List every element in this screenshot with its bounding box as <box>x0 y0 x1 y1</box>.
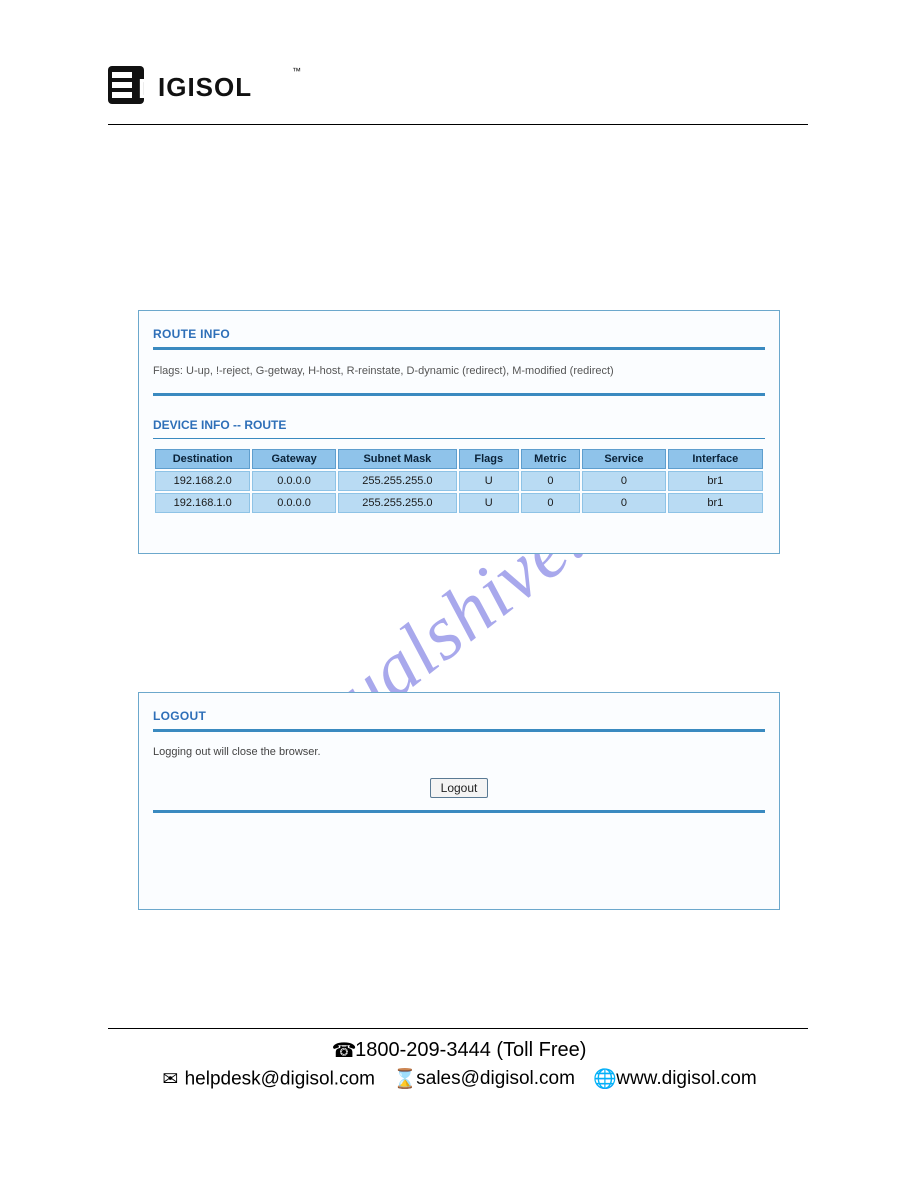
cell-destination: 192.168.1.0 <box>155 493 250 513</box>
cell-metric: 0 <box>521 493 581 513</box>
footer-phone: 1800-209-3444 (Toll Free) <box>355 1039 586 1061</box>
device-info-route-title: DEVICE INFO -- ROUTE <box>153 418 765 432</box>
logout-title: LOGOUT <box>153 709 765 723</box>
table-header-row: Destination Gateway Subnet Mask Flags Me… <box>155 449 763 469</box>
col-destination: Destination <box>155 449 250 469</box>
cell-flags: U <box>459 471 519 491</box>
divider <box>153 393 765 396</box>
cell-subnet-mask: 255.255.255.0 <box>338 493 457 513</box>
flags-legend: Flags: U-up, !-reject, G-getway, H-host,… <box>153 364 765 379</box>
col-service: Service <box>582 449 665 469</box>
header-divider <box>108 124 808 125</box>
col-gateway: Gateway <box>252 449 335 469</box>
route-info-panel: ROUTE INFO Flags: U-up, !-reject, G-getw… <box>138 310 780 554</box>
cell-destination: 192.168.2.0 <box>155 471 250 491</box>
svg-text:D: D <box>138 73 158 104</box>
cell-service: 0 <box>582 471 665 491</box>
divider <box>153 347 765 350</box>
table-row: 192.168.2.0 0.0.0.0 255.255.255.0 U 0 0 … <box>155 471 763 491</box>
cell-subnet-mask: 255.255.255.0 <box>338 471 457 491</box>
footer-helpdesk: helpdesk@digisol.com <box>185 1068 375 1089</box>
svg-text:™: ™ <box>292 66 301 76</box>
col-flags: Flags <box>459 449 519 469</box>
phone-icon: ☎ <box>332 1038 350 1063</box>
col-metric: Metric <box>521 449 581 469</box>
cell-interface: br1 <box>668 471 763 491</box>
footer-divider <box>108 1028 808 1029</box>
hourglass-icon: ⌛ <box>393 1067 411 1091</box>
cell-gateway: 0.0.0.0 <box>252 493 335 513</box>
cell-flags: U <box>459 493 519 513</box>
globe-icon: 🌐 <box>593 1067 611 1091</box>
cell-interface: br1 <box>668 493 763 513</box>
col-interface: Interface <box>668 449 763 469</box>
logout-description: Logging out will close the browser. <box>153 746 765 758</box>
col-subnet-mask: Subnet Mask <box>338 449 457 469</box>
svg-text:IGISOL: IGISOL <box>158 72 252 102</box>
divider <box>153 438 765 439</box>
divider <box>153 810 765 813</box>
mail-icon: ✉ <box>161 1068 179 1091</box>
logout-button[interactable]: Logout <box>430 778 489 798</box>
route-info-title: ROUTE INFO <box>153 327 765 341</box>
brand-logo: D IGISOL ™ <box>108 60 308 110</box>
table-row: 192.168.1.0 0.0.0.0 255.255.255.0 U 0 0 … <box>155 493 763 513</box>
cell-service: 0 <box>582 493 665 513</box>
footer-web: www.digisol.com <box>616 1068 756 1089</box>
route-table: Destination Gateway Subnet Mask Flags Me… <box>153 447 765 515</box>
page-footer: ☎ 1800-209-3444 (Toll Free) ✉ helpdesk@d… <box>0 1038 918 1091</box>
logout-panel: LOGOUT Logging out will close the browse… <box>138 692 780 910</box>
footer-sales: sales@digisol.com <box>416 1068 575 1089</box>
divider <box>153 729 765 732</box>
cell-metric: 0 <box>521 471 581 491</box>
cell-gateway: 0.0.0.0 <box>252 471 335 491</box>
